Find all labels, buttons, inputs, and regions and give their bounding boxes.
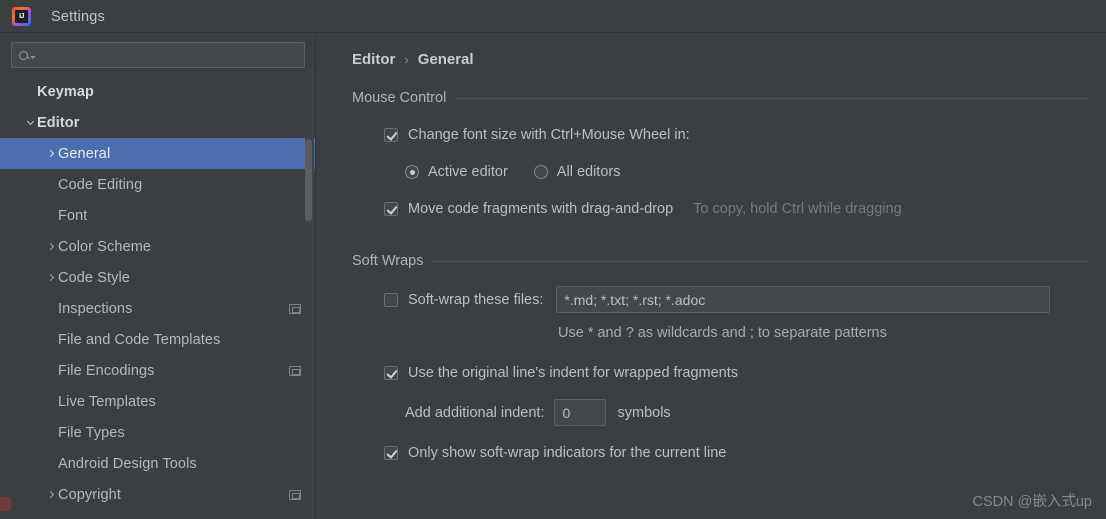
chevron-right-icon (46, 490, 54, 499)
sidebar-item-keymap[interactable]: Keymap (0, 76, 315, 107)
sidebar-item-label: Live Templates (58, 393, 156, 410)
section-header-soft-wraps: Soft Wraps (352, 253, 1088, 269)
sidebar-item-label: Code Style (58, 269, 130, 286)
row-wildcard-hint: Use * and ? as wildcards and ; to separa… (352, 321, 1088, 345)
label-soft-wrap-files: Soft-wrap these files: (408, 291, 544, 308)
row-soft-wrap-files: Soft-wrap these files: (352, 286, 1088, 313)
sidebar-item-editor[interactable]: Editor (0, 107, 315, 138)
expand-toggle[interactable] (44, 273, 58, 282)
search-icon (19, 50, 36, 60)
settings-main-panel: Editor › General Mouse Control Change fo… (316, 33, 1106, 519)
label-additional-indent: Add additional indent: (405, 404, 545, 421)
sidebar-search-wrapper (0, 33, 315, 68)
checkbox-only-show-indicators[interactable] (384, 446, 398, 460)
row-change-font-size[interactable]: Change font size with Ctrl+Mouse Wheel i… (352, 123, 1088, 147)
section-header-mouse-control: Mouse Control (352, 90, 1088, 106)
section-separator-line (454, 97, 1088, 99)
watermark: CSDN @嵌入式up (972, 494, 1092, 510)
sidebar-item-label: Keymap (37, 83, 95, 100)
chevron-right-icon: › (404, 52, 409, 67)
checkbox-change-font-size[interactable] (384, 128, 398, 142)
label-symbols-unit: symbols (617, 404, 671, 421)
label-only-show-indicators: Only show soft-wrap indicators for the c… (408, 445, 727, 461)
sidebar-item-label: File and Code Templates (58, 331, 221, 348)
section-title: Soft Wraps (352, 253, 424, 269)
sidebar-item-label: Code Editing (58, 176, 143, 193)
sidebar-edge-marker (0, 497, 11, 511)
sidebar-scrollbar-track[interactable] (305, 69, 314, 519)
checkbox-use-original-indent[interactable] (384, 366, 398, 380)
row-font-size-scope-radios: Active editor All editors (352, 160, 1088, 184)
radio-all-editors[interactable] (533, 165, 548, 179)
intellij-idea-logo-icon: IJ (12, 7, 31, 26)
expand-toggle[interactable] (44, 490, 58, 499)
section-title: Mouse Control (352, 90, 447, 106)
breadcrumb: Editor › General (334, 33, 1088, 68)
expand-toggle[interactable] (44, 149, 58, 158)
sidebar-item-file-types[interactable]: File Types (0, 417, 315, 448)
row-additional-indent: Add additional indent: symbols (352, 399, 1088, 426)
search-input[interactable] (11, 42, 305, 68)
settings-sidebar: Keymap Editor General Code Editing Font Color… (0, 33, 315, 519)
window-titlebar: IJ Settings (0, 0, 1106, 33)
sidebar-item-label: Android Design Tools (58, 455, 197, 472)
sidebar-item-code-editing[interactable]: Code Editing (0, 169, 315, 200)
chevron-down-icon (26, 117, 34, 125)
breadcrumb-current: General (417, 51, 474, 68)
window-title: Settings (51, 8, 105, 25)
sidebar-item-label: Color Scheme (58, 238, 152, 255)
hint-copy-hold-ctrl: To copy, hold Ctrl while dragging (693, 201, 902, 217)
soft-wrap-files-input[interactable] (556, 286, 1051, 313)
sidebar-item-label: File Encodings (58, 362, 155, 379)
additional-indent-input[interactable] (554, 399, 607, 426)
label-change-font-size: Change font size with Ctrl+Mouse Wheel i… (408, 127, 690, 143)
sidebar-item-android-design-tools[interactable]: Android Design Tools (0, 448, 315, 479)
sidebar-item-file-and-code-templates[interactable]: File and Code Templates (0, 324, 315, 355)
row-only-show-indicators[interactable]: Only show soft-wrap indicators for the c… (352, 441, 1088, 465)
collapse-toggle[interactable] (23, 117, 37, 125)
sidebar-item-label: Font (58, 207, 88, 224)
sidebar-item-general[interactable]: General (0, 138, 315, 169)
row-move-code-fragments[interactable]: Move code fragments with drag-and-drop T… (352, 197, 1088, 221)
settings-dialog-body: Keymap Editor General Code Editing Font Color… (0, 33, 1106, 519)
label-use-original-indent: Use the original line's indent for wrapp… (408, 365, 739, 381)
sidebar-item-inspections[interactable]: Inspections (0, 293, 315, 324)
label-move-code-fragments: Move code fragments with drag-and-drop (408, 201, 674, 217)
sidebar-item-live-templates[interactable]: Live Templates (0, 386, 315, 417)
sidebar-item-label: File Types (58, 424, 125, 441)
sidebar-item-label: Editor (37, 114, 80, 131)
settings-tree: Keymap Editor General Code Editing Font Color… (0, 76, 315, 510)
breadcrumb-parent[interactable]: Editor (352, 51, 395, 68)
sidebar-item-label: Inspections (58, 300, 133, 317)
label-all-editors[interactable]: All editors (557, 164, 621, 180)
sidebar-item-label: General (58, 145, 111, 162)
hint-wildcards: Use * and ? as wildcards and ; to separa… (558, 325, 887, 341)
sidebar-item-font[interactable]: Font (0, 200, 315, 231)
sidebar-item-label: Copyright (58, 486, 121, 503)
sidebar-item-color-scheme[interactable]: Color Scheme (0, 231, 315, 262)
project-scope-icon (289, 365, 301, 376)
chevron-right-icon (46, 242, 54, 251)
project-scope-icon (289, 303, 301, 314)
project-scope-icon (289, 489, 301, 500)
checkbox-move-code-fragments[interactable] (384, 202, 398, 216)
expand-toggle[interactable] (44, 242, 58, 251)
chevron-right-icon (46, 273, 54, 282)
sidebar-item-copyright[interactable]: Copyright (0, 479, 315, 510)
checkbox-soft-wrap-files[interactable] (384, 292, 398, 307)
section-mouse-control: Mouse Control Change font size with Ctrl… (334, 90, 1088, 221)
radio-active-editor[interactable] (405, 165, 419, 179)
label-active-editor[interactable]: Active editor (428, 164, 508, 180)
section-separator-line (431, 260, 1088, 262)
sidebar-scrollbar-thumb[interactable] (305, 139, 312, 221)
sidebar-item-file-encodings[interactable]: File Encodings (0, 355, 315, 386)
chevron-down-icon (30, 55, 36, 59)
section-soft-wraps: Soft Wraps Soft-wrap these files: Use * … (334, 253, 1088, 465)
chevron-right-icon (46, 149, 54, 158)
sidebar-item-code-style[interactable]: Code Style (0, 262, 315, 293)
row-use-original-indent[interactable]: Use the original line's indent for wrapp… (352, 361, 1088, 385)
